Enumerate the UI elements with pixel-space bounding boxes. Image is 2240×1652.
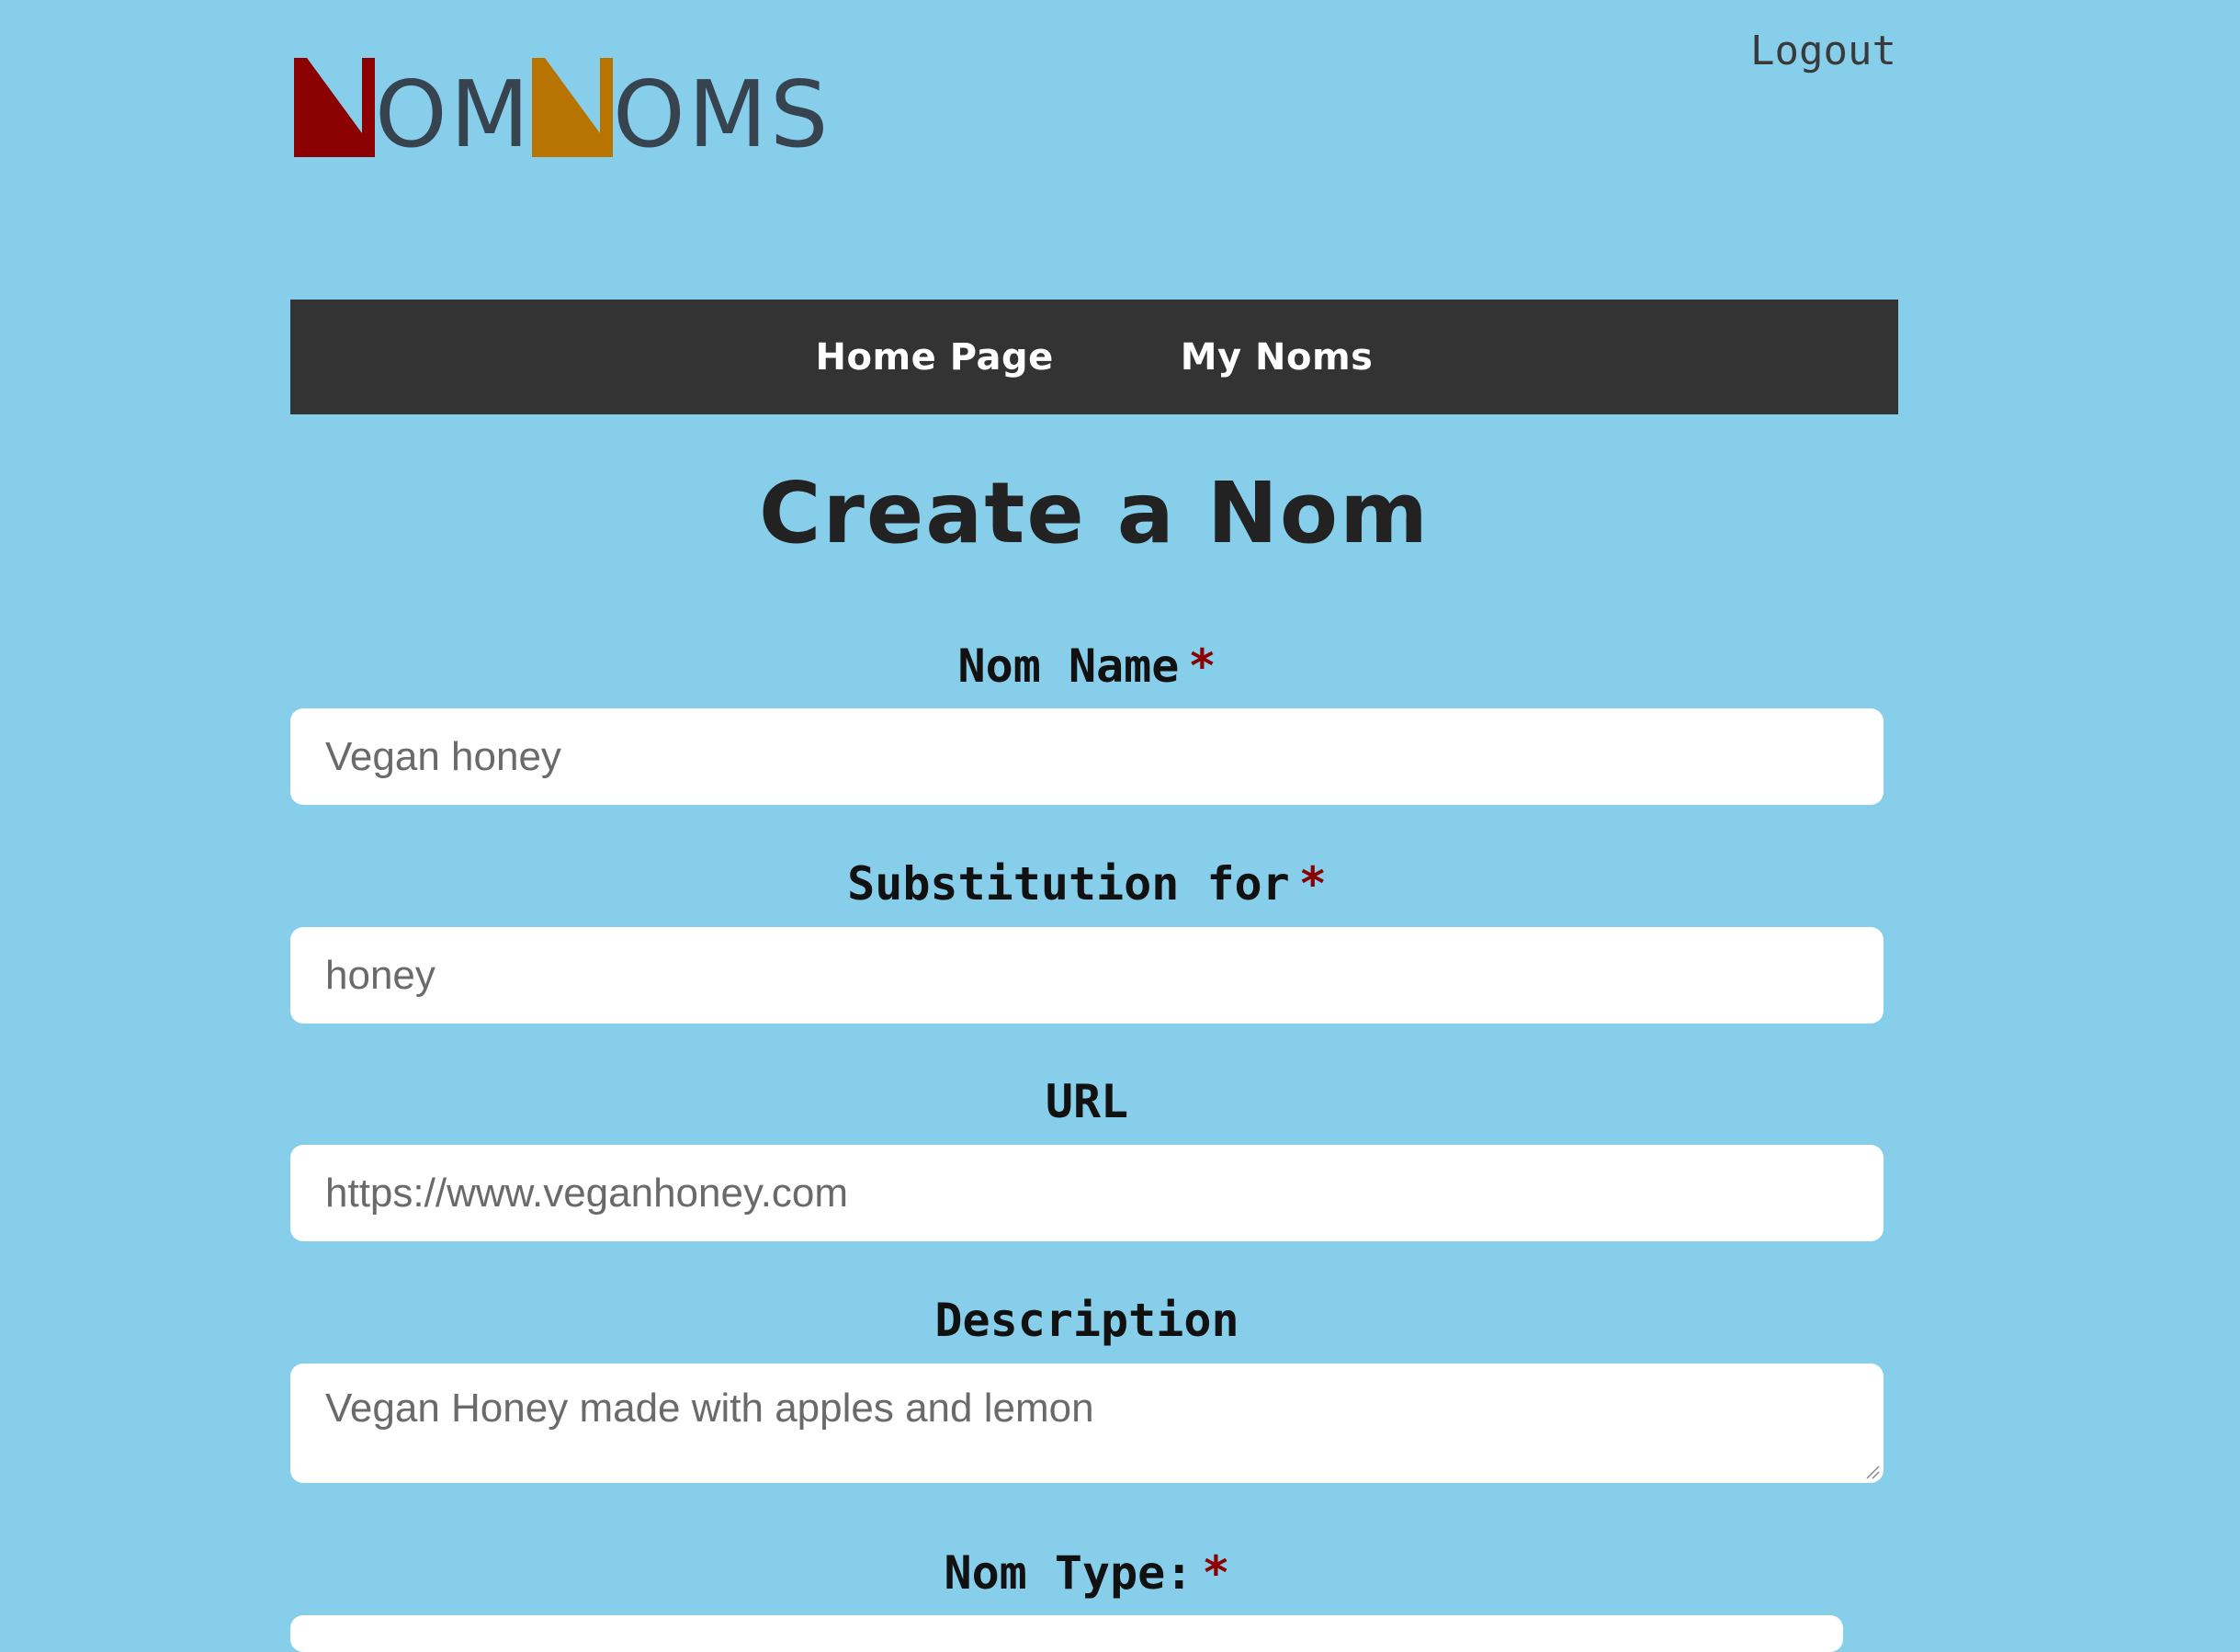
logo-n-red-icon: [294, 58, 375, 157]
nom-name-input[interactable]: Vegan honey: [290, 708, 1884, 805]
description-placeholder: Vegan Honey made with apples and lemon: [325, 1386, 1094, 1431]
nom-name-label: Nom Name *: [290, 639, 1884, 693]
required-mark: *: [1298, 857, 1327, 911]
nom-type-select[interactable]: [290, 1615, 1843, 1652]
url-label-text: URL: [1045, 1075, 1129, 1128]
logout-link[interactable]: Logout: [1750, 28, 1896, 74]
required-mark: *: [1202, 1546, 1230, 1600]
nav-home-page[interactable]: Home Page: [816, 336, 1054, 379]
main-nav: Home Page My Noms: [290, 300, 1898, 414]
required-mark: *: [1188, 639, 1216, 693]
page-title: Create a Nom: [759, 464, 1430, 562]
nom-name-label-text: Nom Name: [957, 639, 1180, 693]
description-label: Description: [290, 1294, 1884, 1347]
url-input[interactable]: https://www.veganhoney.com: [290, 1145, 1884, 1241]
nom-type-label-text: Nom Type:: [944, 1546, 1194, 1600]
resize-handle-icon[interactable]: [1863, 1463, 1880, 1479]
logo[interactable]: OM OMS: [294, 42, 831, 161]
substitution-input[interactable]: honey: [290, 927, 1884, 1024]
nom-name-placeholder: Vegan honey: [325, 733, 561, 779]
nom-type-label: Nom Type: *: [290, 1546, 1884, 1600]
description-label-text: Description: [934, 1294, 1239, 1347]
logo-n-gold-icon: [532, 58, 613, 157]
description-textarea[interactable]: Vegan Honey made with apples and lemon: [290, 1363, 1884, 1483]
logo-text-1: OM: [375, 61, 532, 168]
substitution-placeholder: honey: [325, 952, 436, 998]
url-label: URL: [290, 1075, 1884, 1128]
substitution-label-text: Substitution for: [847, 857, 1290, 911]
logo-text-2: OMS: [613, 61, 832, 168]
substitution-label: Substitution for *: [290, 857, 1884, 911]
url-placeholder: https://www.veganhoney.com: [325, 1170, 849, 1216]
nav-my-noms[interactable]: My Noms: [1181, 336, 1374, 379]
